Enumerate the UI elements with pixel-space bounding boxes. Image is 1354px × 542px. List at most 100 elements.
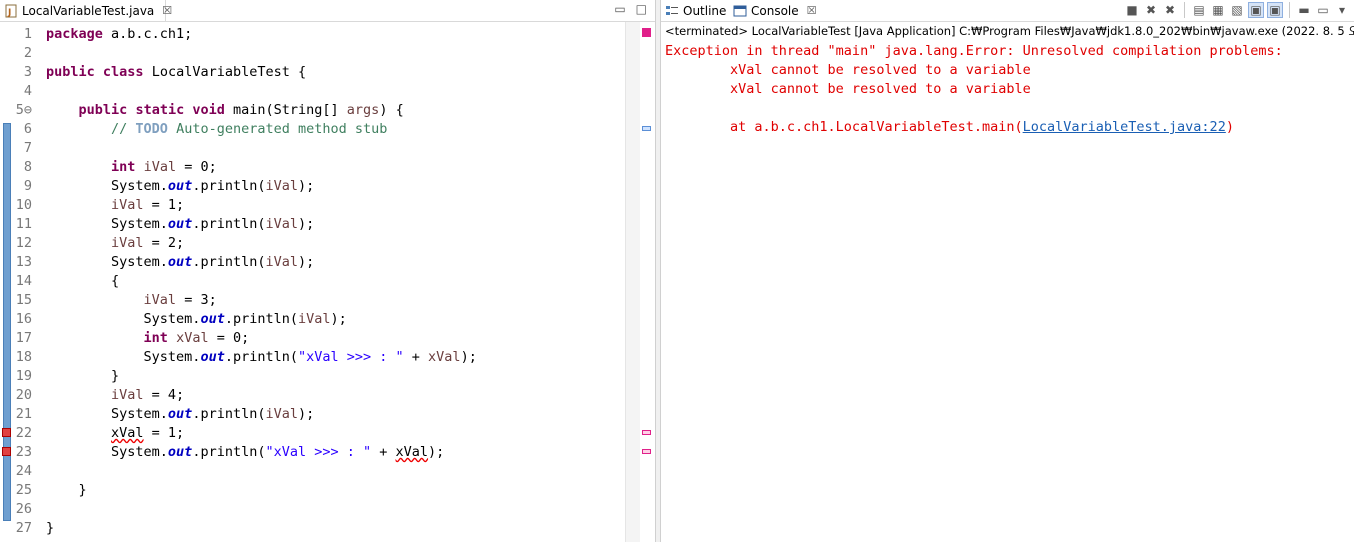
code-token: public [46,64,95,80]
line-number: 12 [15,235,32,251]
code-line[interactable]: { [46,272,119,291]
line-number: 6 [23,121,32,137]
code-token: static [135,102,185,118]
code-token: ); [460,349,477,365]
maximize-icon[interactable]: □ [636,2,647,16]
word-wrap-icon[interactable]: ▧ [1229,2,1245,18]
tab-console-label: Console [751,3,799,18]
code-line[interactable]: System.out.println(iVal); [46,405,314,424]
code-line[interactable]: } [46,367,119,386]
code-token: out [200,311,225,327]
console-text: xVal cannot be resolved to a variable [665,81,1031,97]
vertical-scrollbar[interactable] [625,22,640,542]
code-line[interactable]: package a.b.c.ch1; [46,25,192,44]
code-line[interactable]: } [46,519,54,538]
display-console-icon[interactable]: ▭ [1315,2,1331,18]
code-token: System. [46,216,168,232]
clear-console-icon[interactable]: ▤ [1191,2,1207,18]
code-token: = 0; [176,159,217,175]
line-number: 7 [23,140,32,156]
error-marker[interactable] [642,449,651,454]
code-line[interactable]: iVal = 4; [46,386,184,405]
error-gutter-icon[interactable] [2,447,11,456]
code-line[interactable]: iVal = 2; [46,234,184,253]
code-token: int [111,159,136,175]
code-line[interactable]: public static void main(String[] args) { [46,101,404,120]
code-line[interactable]: int xVal = 0; [46,329,250,348]
code-token: out [167,254,193,270]
view-menu-icon[interactable]: ▾ [1334,2,1350,18]
code-line[interactable]: int iVal = 0; [46,158,217,177]
console-status-line: <terminated> LocalVariableTest [Java App… [665,24,1354,38]
code-line[interactable]: iVal = 1; [46,196,184,215]
code-token: ) { [379,102,404,118]
code-token: package [46,26,103,42]
line-number: 15 [15,292,32,308]
line-number: 4 [23,83,32,99]
code-line[interactable]: System.out.println("xVal >>> : " + xVal)… [46,348,477,367]
code-line[interactable]: // TODO Auto-generated method stub [46,120,387,139]
code-token: } [46,482,87,498]
minimize-icon[interactable]: ▭ [614,2,625,16]
code-line[interactable]: xVal = 1; [46,424,184,443]
code-line[interactable]: System.out.println(iVal); [46,215,314,234]
code-token: ); [297,216,315,232]
code-line[interactable]: System.out.println(iVal); [46,310,347,329]
code-token: ); [297,178,315,194]
show-on-stderr-icon[interactable]: ▣ [1267,2,1283,18]
scope-indicator [3,123,11,521]
code-line[interactable]: } [46,481,87,500]
error-marker[interactable] [642,430,651,435]
line-number: 23 [15,444,32,460]
task-marker[interactable] [642,126,651,131]
code-line[interactable]: System.out.println(iVal); [46,177,314,196]
code-token: main(String[] [224,102,347,118]
error-gutter-icon[interactable] [2,428,11,437]
overview-ruler [640,22,654,542]
pin-console-icon[interactable]: ▬ [1296,2,1312,18]
tab-console[interactable]: Console ☒ [733,0,817,21]
error-summary-icon[interactable] [642,28,651,37]
line-number: 24 [15,463,32,479]
terminate-icon[interactable]: ■ [1124,2,1140,18]
code-token: iVal [111,387,144,403]
code-token: ); [297,406,315,422]
code-token: .println( [192,178,266,194]
remove-all-icon[interactable]: ✖ [1162,2,1178,18]
error-token: xVal [111,425,144,441]
remove-launch-icon[interactable]: ✖ [1143,2,1159,18]
close-icon[interactable]: ☒ [162,4,172,17]
line-number: 16 [15,311,32,327]
code-token: } [46,520,55,536]
code-token: ); [428,444,445,460]
stack-trace-link[interactable]: LocalVariableTest.java:22 [1023,119,1226,135]
scroll-lock-icon[interactable]: ▦ [1210,2,1226,18]
close-icon[interactable]: ☒ [807,4,817,17]
code-token: public [78,102,128,118]
code-token: = 1; [143,425,185,441]
line-number: 26 [15,501,32,517]
code-token: int [143,330,168,346]
svg-text:J: J [7,8,11,18]
code-line[interactable]: iVal = 3; [46,291,217,310]
code-token: = 4; [143,387,185,403]
show-on-stdout-icon[interactable]: ▣ [1248,2,1264,18]
code-token: iVal [143,159,177,175]
editor-tab[interactable]: J LocalVariableTest.java ☒ [0,0,172,21]
console-icon [733,4,747,18]
code-line[interactable]: public class LocalVariableTest { [46,63,306,82]
line-number: 13 [15,254,32,270]
line-number: 18 [15,349,32,365]
code-token: iVal [265,254,298,270]
code-token: .println( [192,216,266,232]
tab-outline[interactable]: Outline [665,0,726,21]
console-output-line: at a.b.c.ch1.LocalVariableTest.main(Loca… [665,118,1234,137]
code-token: System. [46,254,168,270]
code-area[interactable]: package a.b.c.ch1; public class LocalVari… [46,22,626,542]
code-line[interactable]: System.out.println("xVal >>> : " + xVal)… [46,443,444,462]
code-line[interactable]: System.out.println(iVal); [46,253,314,272]
